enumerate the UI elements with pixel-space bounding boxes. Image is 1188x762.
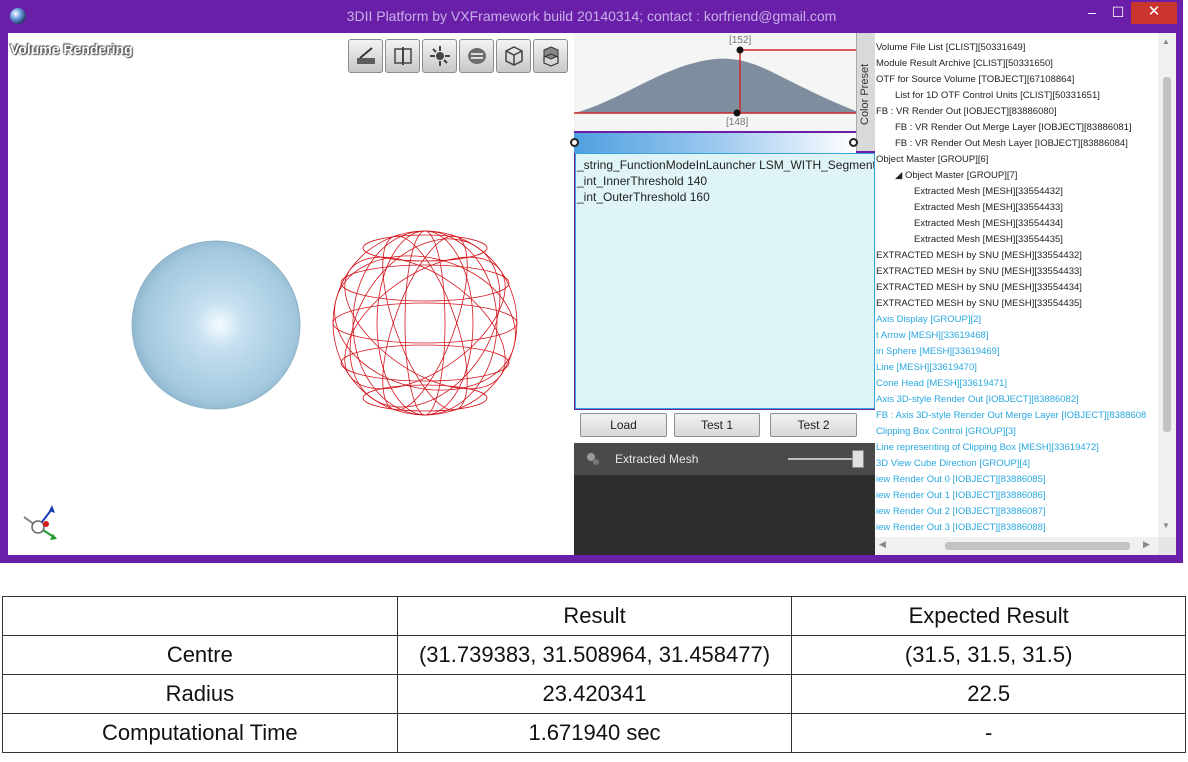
color-gradient-bar[interactable] xyxy=(570,133,858,153)
upper-threshold-label: [152] xyxy=(729,35,752,46)
tree-item[interactable]: Extracted Mesh [MESH][33554432] xyxy=(914,184,1063,199)
gradient-left-knob[interactable] xyxy=(570,138,579,147)
script-line: _string_FunctionModeInLauncher LSM_WITH_… xyxy=(577,158,875,172)
color-preset-label: Color Preset xyxy=(859,63,871,125)
table-cell: - xyxy=(791,713,1186,753)
tree-item[interactable]: iew Render Out 0 [IOBJECT][83886085] xyxy=(876,472,1046,487)
minimize-button[interactable]: – xyxy=(1079,2,1105,24)
tree-item[interactable]: iew Render Out 2 [IOBJECT][83886087] xyxy=(876,504,1046,519)
color-preset-tab[interactable]: Color Preset xyxy=(856,33,875,151)
tree-item[interactable]: FB : Axis 3D-style Render Out Merge Laye… xyxy=(876,408,1146,423)
vertical-scroll-thumb[interactable] xyxy=(1163,77,1171,432)
app-window: 3DII Platform by VXFramework build 20140… xyxy=(0,0,1183,563)
tree-item[interactable]: Axis Display [GROUP][2] xyxy=(876,312,981,327)
mesh-visibility-icon[interactable] xyxy=(584,450,602,468)
tree-item[interactable]: EXTRACTED MESH by SNU [MESH][33554432] xyxy=(876,248,1082,263)
horizontal-scroll-thumb[interactable] xyxy=(945,542,1130,550)
tree-item[interactable]: FB : VR Render Out [IOBJECT][83886080] xyxy=(876,104,1057,119)
tree-item[interactable]: Extracted Mesh [MESH][33554434] xyxy=(914,216,1063,231)
tree-item[interactable]: Line [MESH][33619470] xyxy=(876,360,977,375)
action-button-row: Load Test 1 Test 2 xyxy=(574,410,875,443)
tree-item[interactable]: Extracted Mesh [MESH][33554435] xyxy=(914,232,1063,247)
tree-item[interactable]: ◢ Object Master [GROUP][7] xyxy=(895,168,1017,183)
tree-item[interactable]: iew Render Out 1 [IOBJECT][83886086] xyxy=(876,488,1046,503)
tree-item[interactable]: Line representing of Clipping Box [MESH]… xyxy=(876,440,1099,455)
gradient-right-knob[interactable] xyxy=(849,138,858,147)
opacity-slider[interactable] xyxy=(788,458,862,460)
scroll-right-icon[interactable]: ▶ xyxy=(1143,539,1150,550)
window-title: 3DII Platform by VXFramework build 20140… xyxy=(346,8,837,24)
tree-item[interactable]: t Arrow [MESH][33619468] xyxy=(876,328,988,343)
table-header-row: Result Expected Result xyxy=(2,596,1186,636)
lower-threshold-label: [148] xyxy=(726,117,749,128)
header-cell xyxy=(2,596,398,636)
table-cell: Radius xyxy=(2,674,398,714)
mesh-label: Extracted Mesh xyxy=(615,452,699,466)
histogram-chart[interactable] xyxy=(574,33,856,131)
tree-horizontal-scrollbar[interactable]: ◀ ▶ xyxy=(875,537,1158,555)
header-cell: Expected Result xyxy=(791,596,1186,636)
tree-item[interactable]: FB : VR Render Out Mesh Layer [IOBJECT][… xyxy=(895,136,1128,151)
maximize-button[interactable]: ☐ xyxy=(1105,2,1131,24)
tree-item[interactable]: Extracted Mesh [MESH][33554433] xyxy=(914,200,1063,215)
table-cell: (31.739383, 31.508964, 31.458477) xyxy=(396,635,793,675)
tree-item[interactable]: Module Result Archive [CLIST][50331650] xyxy=(876,56,1053,71)
table-row: Computational Time 1.671940 sec - xyxy=(2,713,1186,753)
tree-item[interactable]: iew Render Out 3 [IOBJECT][83886088] xyxy=(876,520,1046,535)
script-line: _int_InnerThreshold 140 xyxy=(577,174,708,188)
tree-item[interactable]: FB : VR Render Out Merge Layer [IOBJECT]… xyxy=(895,120,1132,135)
scene-canvas xyxy=(131,230,518,416)
table-cell: 23.420341 xyxy=(396,674,793,714)
tree-item[interactable]: EXTRACTED MESH by SNU [MESH][33554433] xyxy=(876,264,1082,279)
wireframe-sphere xyxy=(332,230,518,416)
scroll-up-icon[interactable]: ▲ xyxy=(1162,37,1170,46)
scene-tree[interactable]: Volume File List [CLIST][50331649] Module… xyxy=(875,33,1158,537)
table-cell: Computational Time xyxy=(2,713,398,753)
mesh-header[interactable]: Extracted Mesh xyxy=(574,443,875,475)
tree-item[interactable]: EXTRACTED MESH by SNU [MESH][33554435] xyxy=(876,296,1082,311)
tree-item[interactable]: in Sphere [MESH][33619469] xyxy=(876,344,1000,359)
mesh-panel: Extracted Mesh xyxy=(574,443,875,555)
table-cell: (31.5, 31.5, 31.5) xyxy=(791,635,1186,675)
table-cell: 22.5 xyxy=(791,674,1186,714)
render-viewport[interactable]: Volume Rendering xyxy=(8,33,574,555)
table-cell: 1.671940 sec xyxy=(396,713,793,753)
tree-item[interactable]: Cone Head [MESH][33619471] xyxy=(876,376,1007,391)
tree-vertical-scrollbar[interactable]: ▲ ▼ xyxy=(1158,33,1176,537)
script-editor[interactable]: _string_FunctionModeInLauncher LSM_WITH_… xyxy=(575,153,875,409)
tree-item[interactable]: Volume File List [CLIST][50331649] xyxy=(876,40,1025,55)
table-row: Radius 23.420341 22.5 xyxy=(2,674,1186,714)
script-line: _int_OuterThreshold 160 xyxy=(577,190,710,204)
tree-item[interactable]: Axis 3D-style Render Out [IOBJECT][83886… xyxy=(876,392,1079,407)
table-cell: Centre xyxy=(2,635,398,675)
close-button[interactable]: ✕ xyxy=(1131,2,1177,24)
opacity-slider-thumb[interactable] xyxy=(852,450,864,468)
header-cell: Result xyxy=(396,596,793,636)
scroll-down-icon[interactable]: ▼ xyxy=(1162,521,1170,530)
solid-sphere xyxy=(131,240,301,410)
title-bar[interactable]: 3DII Platform by VXFramework build 20140… xyxy=(0,0,1183,33)
tree-item[interactable]: OTF for Source Volume [TOBJECT][67108864… xyxy=(876,72,1074,87)
tree-item[interactable]: Clipping Box Control [GROUP][3] xyxy=(876,424,1016,439)
tree-item[interactable]: Object Master [GROUP][6] xyxy=(876,152,988,167)
test-1-button[interactable]: Test 1 xyxy=(674,413,760,437)
scrollbar-corner xyxy=(1158,537,1176,555)
tree-item[interactable]: EXTRACTED MESH by SNU [MESH][33554434] xyxy=(876,280,1082,295)
table-row: Centre (31.739383, 31.508964, 31.458477)… xyxy=(2,635,1186,675)
tree-item[interactable]: 3D View Cube Direction [GROUP][4] xyxy=(876,456,1030,471)
scroll-left-icon[interactable]: ◀ xyxy=(879,539,886,550)
transfer-function-editor[interactable]: [152] [148] xyxy=(574,33,856,131)
tree-item[interactable]: List for 1D OTF Control Units [CLIST][50… xyxy=(895,88,1100,103)
results-table: Result Expected Result Centre (31.739383… xyxy=(2,596,1186,753)
test-2-button[interactable]: Test 2 xyxy=(770,413,857,437)
axis-gizmo-icon[interactable] xyxy=(20,503,62,545)
load-button[interactable]: Load xyxy=(580,413,667,437)
